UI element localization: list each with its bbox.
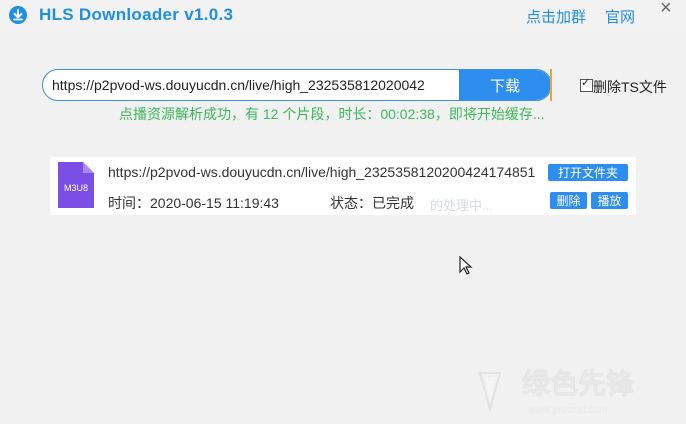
url-input[interactable] [43, 70, 456, 100]
faded-progress-text: 的处理中... [430, 198, 493, 213]
download-button[interactable]: 下载 [459, 70, 551, 100]
mouse-cursor-icon [459, 256, 473, 275]
delete-ts-label[interactable]: 删除TS文件 [593, 77, 667, 97]
delete-task-button[interactable]: 删除 [550, 192, 587, 209]
url-input-group: 下载 [42, 69, 552, 101]
join-group-link[interactable]: 点击加群 [526, 6, 586, 27]
parse-status-message: 点播资源解析成功，有 12 个片段，时长：00:02:38，即将开始缓存... [119, 106, 545, 122]
title-bar: HLS Downloader v1.0.3 点击加群 官网 × [0, 0, 686, 32]
download-task-item: M3U8 https://p2pvod-ws.douyucdn.cn/live/… [50, 157, 636, 215]
input-focus-edge [550, 69, 552, 101]
watermark-logo: 绿色先锋 www.greenxf.com [478, 367, 635, 416]
download-cloud-icon [9, 6, 27, 24]
app-title: HLS Downloader v1.0.3 [39, 5, 234, 24]
task-url: https://p2pvod-ws.douyucdn.cn/live/high_… [108, 164, 536, 180]
watermark-text: 绿色先锋 [522, 367, 635, 399]
watermark-url: www.greenxf.com [527, 405, 607, 416]
play-button[interactable]: 播放 [591, 192, 628, 209]
close-button[interactable]: × [660, 0, 672, 20]
task-status: 状态：已完成 [330, 195, 414, 211]
open-folder-button[interactable]: 打开文件夹 [548, 164, 628, 181]
official-site-link[interactable]: 官网 [605, 6, 635, 27]
delete-ts-checkbox[interactable] [580, 76, 593, 92]
file-type-label: M3U8 [64, 183, 88, 193]
m3u8-file-icon: M3U8 [58, 162, 94, 208]
task-time: 时间：2020-06-15 11:19:43 [108, 195, 279, 211]
